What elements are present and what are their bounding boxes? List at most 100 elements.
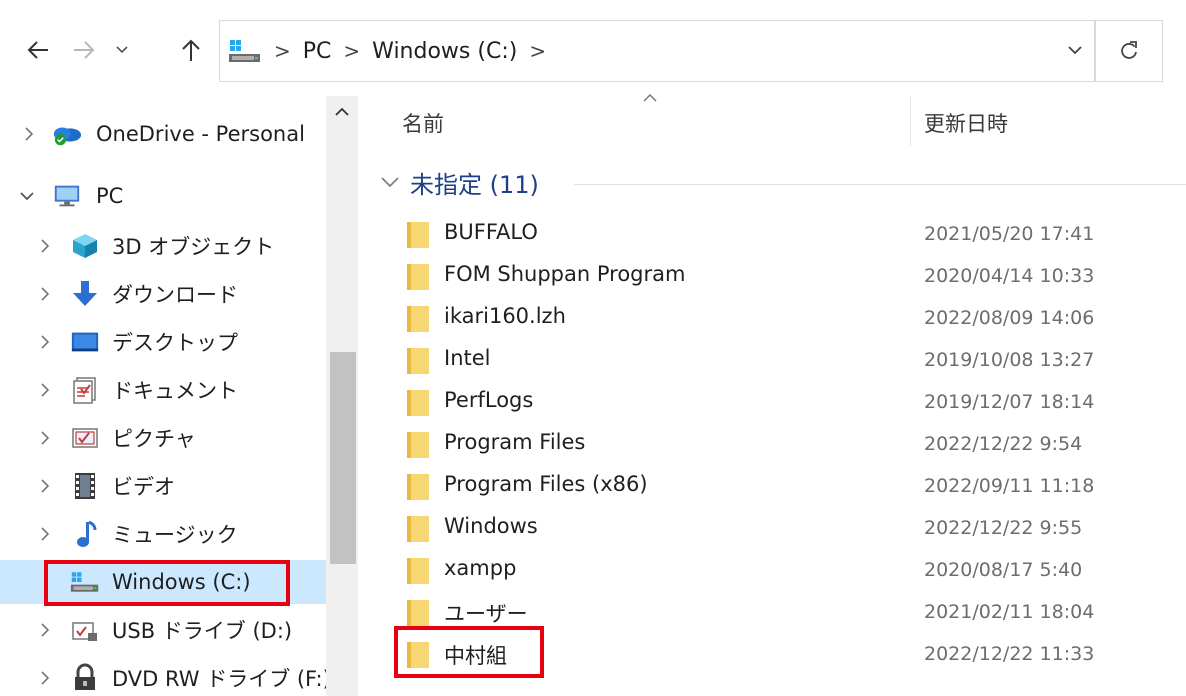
usb-drive-icon bbox=[70, 615, 100, 645]
nav-item-label: 3D オブジェクト bbox=[112, 235, 275, 259]
file-row[interactable]: 中村組 2022/12/22 11:33 bbox=[366, 634, 1186, 676]
column-header-modified[interactable]: 更新日時 bbox=[924, 100, 1186, 146]
recent-locations-button[interactable] bbox=[104, 30, 140, 70]
group-header[interactable]: 未指定 (11) bbox=[380, 162, 539, 202]
chevron-right-icon[interactable] bbox=[38, 335, 52, 349]
file-row[interactable]: Intel 2019/10/08 13:27 bbox=[366, 340, 1186, 382]
forward-button[interactable] bbox=[66, 30, 102, 70]
scroll-up-button[interactable] bbox=[326, 98, 358, 126]
nav-item-usb-drive-d[interactable]: USB ドライブ (D:) bbox=[0, 608, 326, 652]
refresh-button[interactable] bbox=[1095, 20, 1163, 82]
nav-item-label: デスクトップ bbox=[112, 331, 238, 355]
chevron-right-icon[interactable] bbox=[38, 527, 52, 541]
chevron-down-icon bbox=[1068, 46, 1082, 55]
refresh-icon bbox=[1121, 41, 1137, 59]
file-row[interactable]: ikari160.lzh 2022/08/09 14:06 bbox=[366, 298, 1186, 340]
chevron-right-icon[interactable] bbox=[38, 239, 52, 253]
chevron-right-icon[interactable] bbox=[22, 127, 36, 141]
chevron-right-icon[interactable] bbox=[38, 287, 52, 301]
nav-item-label: OneDrive - Personal bbox=[96, 122, 305, 146]
breadcrumb-windows-c[interactable]: Windows (C:) bbox=[372, 39, 517, 64]
pc-monitor-icon bbox=[52, 181, 82, 211]
scroll-thumb[interactable] bbox=[330, 352, 356, 564]
breadcrumb-separator[interactable]: > bbox=[529, 39, 546, 63]
nav-item-downloads[interactable]: ダウンロード bbox=[0, 272, 326, 316]
chevron-down-icon[interactable] bbox=[20, 189, 34, 203]
navigation-pane[interactable]: OneDrive - Personal PC 3D オブジェクト ダウンロード … bbox=[0, 96, 326, 696]
nav-item-documents[interactable]: ドキュメント bbox=[0, 368, 326, 412]
file-row[interactable]: PerfLogs 2019/12/07 18:14 bbox=[366, 382, 1186, 424]
folder-icon bbox=[406, 220, 432, 254]
nav-item-videos[interactable]: ビデオ bbox=[0, 464, 326, 508]
nav-item-dvd-drive-f[interactable]: DVD RW ドライブ (F:) S bbox=[0, 656, 326, 696]
nav-item-label: ビデオ bbox=[112, 475, 175, 499]
nav-item-label: Windows (C:) bbox=[112, 570, 251, 594]
chevron-right-icon[interactable] bbox=[38, 431, 52, 445]
file-name: Program Files bbox=[444, 430, 586, 454]
file-modified-date: 2021/05/20 17:41 bbox=[924, 223, 1095, 245]
file-row[interactable]: BUFFALO 2021/05/20 17:41 bbox=[366, 214, 1186, 256]
file-row[interactable]: xampp 2020/08/17 5:40 bbox=[366, 550, 1186, 592]
column-divider[interactable] bbox=[910, 96, 911, 146]
file-name: PerfLogs bbox=[444, 388, 534, 412]
folder-icon bbox=[406, 472, 432, 506]
folder-icon bbox=[406, 346, 432, 380]
nav-item-desktop[interactable]: デスクトップ bbox=[0, 320, 326, 364]
file-modified-date: 2022/12/22 9:54 bbox=[924, 433, 1083, 455]
nav-item-3d-objects[interactable]: 3D オブジェクト bbox=[0, 224, 326, 268]
nav-item-windows-c[interactable]: Windows (C:) bbox=[0, 560, 326, 604]
chevron-up-icon bbox=[335, 107, 349, 116]
address-history-button[interactable] bbox=[1058, 30, 1092, 70]
breadcrumb-separator[interactable]: > bbox=[343, 39, 360, 63]
onedrive-cloud-icon bbox=[52, 119, 82, 149]
arrow-right-icon bbox=[74, 41, 95, 59]
file-row[interactable]: Windows 2022/12/22 9:55 bbox=[366, 508, 1186, 550]
group-divider bbox=[574, 184, 1186, 185]
address-bar[interactable]: > PC > Windows (C:) > bbox=[219, 20, 1095, 82]
breadcrumb-separator[interactable]: > bbox=[274, 39, 291, 63]
file-row[interactable]: ユーザー 2021/02/11 18:04 bbox=[366, 592, 1186, 634]
column-header-label: 名前 bbox=[402, 112, 444, 136]
chevron-right-icon[interactable] bbox=[38, 623, 52, 637]
nav-item-label: PC bbox=[96, 184, 124, 208]
nav-item-pc[interactable]: PC bbox=[0, 174, 326, 218]
file-name: ユーザー bbox=[444, 602, 528, 626]
back-button[interactable] bbox=[20, 30, 56, 70]
dvd-drive-icon bbox=[70, 663, 100, 693]
file-modified-date: 2022/08/09 14:06 bbox=[924, 307, 1095, 329]
file-row[interactable]: Program Files (x86) 2022/09/11 11:18 bbox=[366, 466, 1186, 508]
column-header-name[interactable]: 名前 bbox=[402, 100, 908, 146]
nav-item-label: ピクチャ bbox=[112, 427, 196, 451]
desktop-icon bbox=[70, 327, 100, 357]
folder-icon bbox=[406, 598, 432, 632]
pictures-icon bbox=[70, 423, 100, 453]
folder-icon bbox=[406, 430, 432, 464]
nav-item-onedrive[interactable]: OneDrive - Personal bbox=[0, 112, 326, 156]
nav-item-label: USB ドライブ (D:) bbox=[112, 619, 293, 643]
nav-item-label: DVD RW ドライブ (F:) S bbox=[112, 667, 326, 691]
folder-icon bbox=[406, 262, 432, 296]
nav-item-label: ダウンロード bbox=[112, 283, 238, 307]
up-button[interactable] bbox=[173, 30, 209, 70]
3d-objects-icon bbox=[70, 231, 100, 261]
file-name: Windows bbox=[444, 514, 538, 538]
file-modified-date: 2022/12/22 11:33 bbox=[924, 643, 1095, 665]
nav-item-music[interactable]: ミュージック bbox=[0, 512, 326, 556]
file-name: ikari160.lzh bbox=[444, 304, 566, 328]
nav-item-pictures[interactable]: ピクチャ bbox=[0, 416, 326, 460]
folder-icon bbox=[406, 514, 432, 548]
documents-icon bbox=[70, 375, 100, 405]
chevron-right-icon[interactable] bbox=[38, 671, 52, 685]
file-name: xampp bbox=[444, 556, 517, 580]
file-name: Intel bbox=[444, 346, 491, 370]
chevron-down-icon bbox=[116, 46, 128, 54]
nav-item-label: ミュージック bbox=[112, 523, 238, 547]
file-row[interactable]: FOM Shuppan Program 2020/04/14 10:33 bbox=[366, 256, 1186, 298]
music-note-icon bbox=[70, 519, 100, 549]
drive-c-icon bbox=[70, 567, 100, 597]
chevron-right-icon[interactable] bbox=[38, 479, 52, 493]
download-arrow-icon bbox=[70, 279, 100, 309]
file-row[interactable]: Program Files 2022/12/22 9:54 bbox=[366, 424, 1186, 466]
chevron-right-icon[interactable] bbox=[38, 383, 52, 397]
breadcrumb-pc[interactable]: PC bbox=[303, 39, 332, 64]
